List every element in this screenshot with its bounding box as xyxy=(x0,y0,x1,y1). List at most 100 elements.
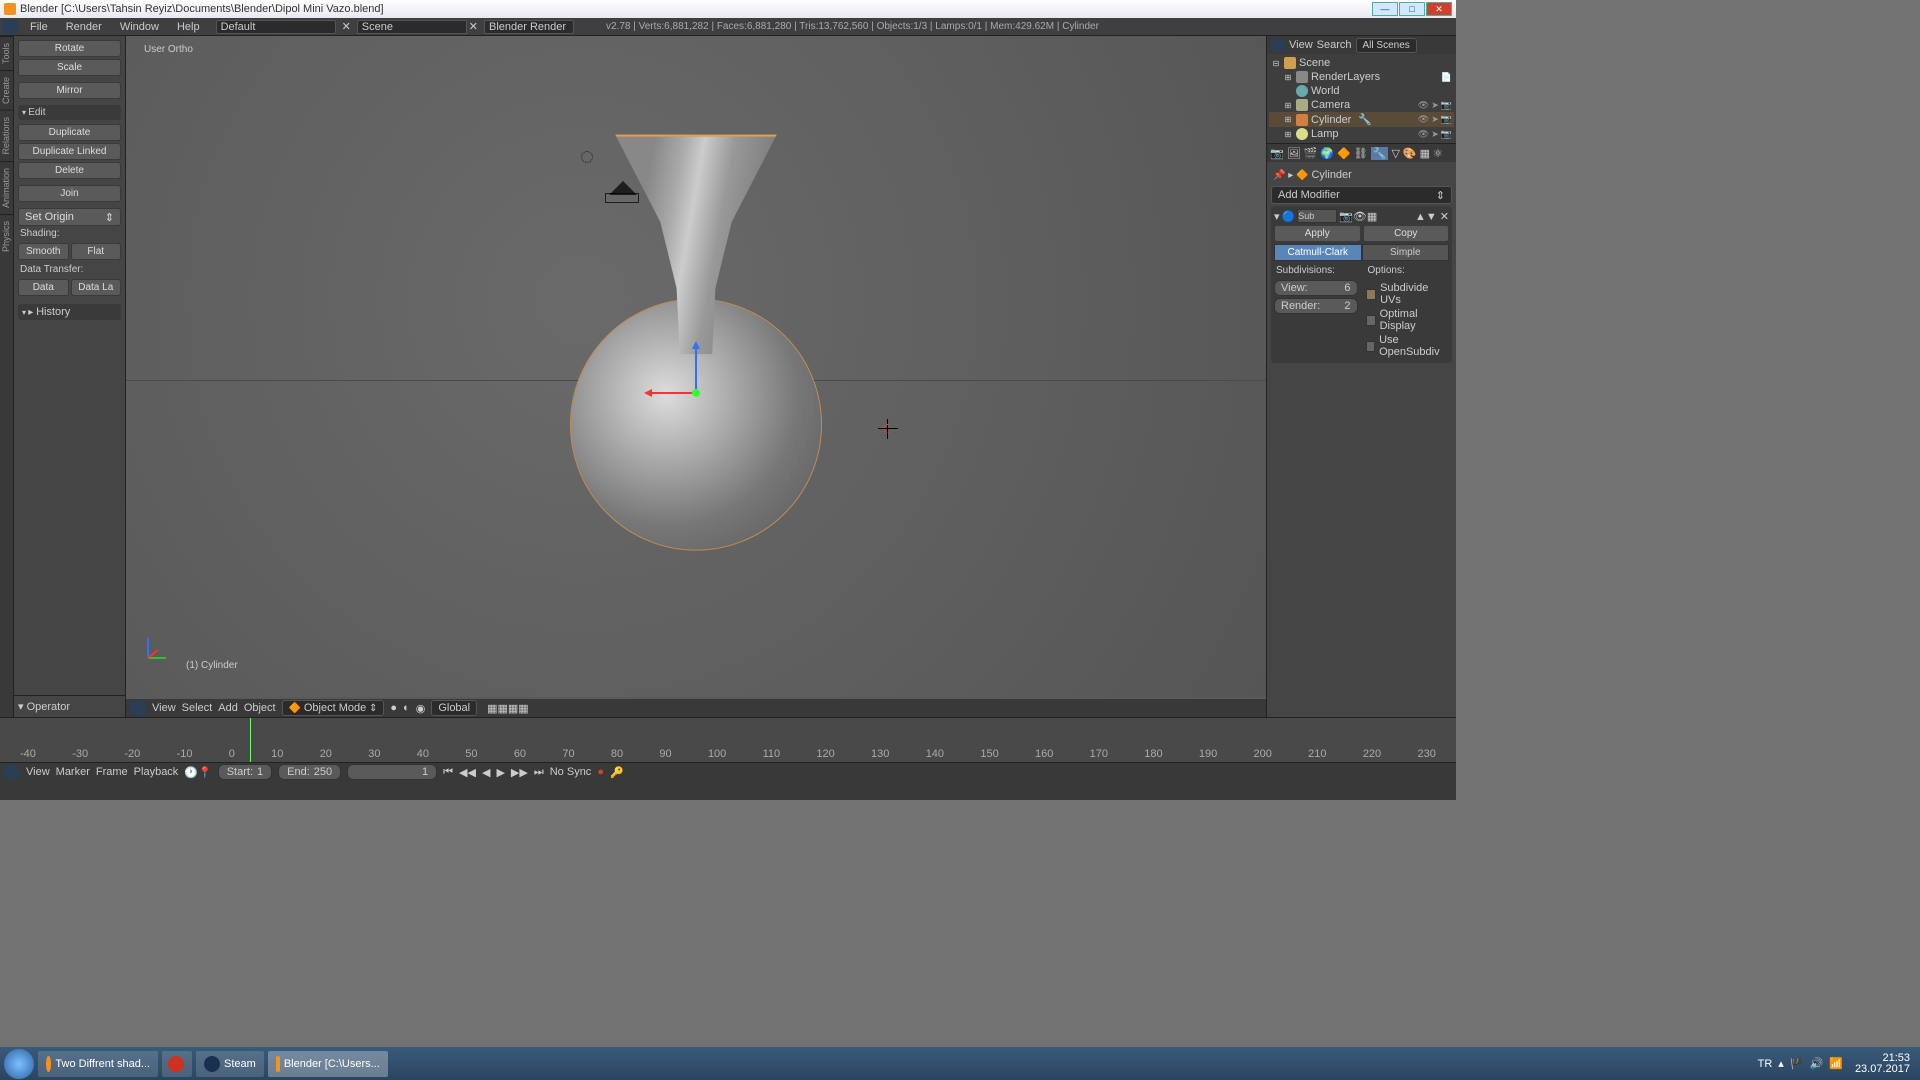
sync-mode-dropdown[interactable]: No Sync xyxy=(550,766,592,778)
mirror-button[interactable]: Mirror xyxy=(18,82,121,99)
subdiv-catmull-toggle[interactable]: Catmull-Clark xyxy=(1274,244,1362,261)
outliner-filter[interactable]: All Scenes xyxy=(1356,38,1417,53)
vp-menu-add[interactable]: Add xyxy=(218,702,238,714)
duplicate-linked-button[interactable]: Duplicate Linked xyxy=(18,143,121,160)
task-steam[interactable]: Steam xyxy=(196,1051,264,1077)
tab-tools[interactable]: Tools xyxy=(0,36,13,70)
layout-selector[interactable]: Default xyxy=(216,20,336,34)
outliner-editor-icon[interactable] xyxy=(1271,39,1285,51)
edit-panel-header[interactable]: Edit xyxy=(18,105,121,120)
subdivide-uvs-checkbox[interactable] xyxy=(1366,289,1377,300)
duplicate-button[interactable]: Duplicate xyxy=(18,124,121,141)
tl-menu-view[interactable]: View xyxy=(26,766,50,778)
tab-physics[interactable]: Physics xyxy=(0,214,13,258)
windows-taskbar: Two Diffrent shad... Steam Blender [C:\U… xyxy=(0,1047,1920,1080)
task-blender[interactable]: Blender [C:\Users... xyxy=(268,1051,388,1077)
editor-type-icon[interactable] xyxy=(130,701,146,715)
close-button[interactable]: ✕ xyxy=(1426,2,1452,16)
selected-object-label: (1) Cylinder xyxy=(186,660,238,671)
jump-end-button[interactable]: ⏭ xyxy=(534,766,544,779)
task-firefox[interactable]: Two Diffrent shad... xyxy=(38,1051,158,1077)
tab-animation[interactable]: Animation xyxy=(0,161,13,214)
shading-flat-button[interactable]: Flat xyxy=(71,243,122,260)
menu-help[interactable]: Help xyxy=(169,20,208,34)
delete-button[interactable]: Delete xyxy=(18,162,121,179)
tray-up-icon[interactable]: ▴ xyxy=(1778,1057,1784,1070)
mode-selector[interactable]: 🔶 Object Mode ⇕ xyxy=(282,700,385,716)
scene-selector[interactable]: Scene xyxy=(357,20,467,34)
outliner-renderlayers[interactable]: ⊞RenderLayers📄 xyxy=(1269,70,1454,84)
data-transfer-header: Data Transfer: xyxy=(18,262,121,279)
modifier-name-field[interactable] xyxy=(1297,209,1337,223)
optimal-display-checkbox[interactable] xyxy=(1366,315,1376,326)
shading-smooth-button[interactable]: Smooth xyxy=(18,243,69,260)
tab-create[interactable]: Create xyxy=(0,70,13,110)
render-engine-selector[interactable]: Blender Render xyxy=(484,20,574,34)
start-button[interactable] xyxy=(4,1049,34,1079)
outliner-camera[interactable]: ⊞Camera👁➤📷 xyxy=(1269,98,1454,112)
history-panel-header[interactable]: ▸ History xyxy=(18,304,121,320)
set-origin-dropdown[interactable]: Set Origin ⇕ xyxy=(18,208,121,226)
tray-volume-icon[interactable]: 🔊 xyxy=(1810,1057,1824,1070)
start-frame-field[interactable]: Start:1 xyxy=(218,764,272,780)
outliner-view[interactable]: View xyxy=(1289,39,1313,51)
gizmo-z-axis[interactable] xyxy=(695,343,697,393)
menu-file[interactable]: File xyxy=(22,20,56,34)
gizmo-x-axis[interactable] xyxy=(646,392,696,394)
tl-menu-frame[interactable]: Frame xyxy=(96,766,128,778)
auto-keyframe-button[interactable]: ● xyxy=(597,766,604,778)
3d-cursor[interactable] xyxy=(878,419,898,439)
menu-render[interactable]: Render xyxy=(58,20,110,34)
opensubdiv-checkbox[interactable] xyxy=(1366,341,1376,352)
task-opera[interactable] xyxy=(162,1051,192,1077)
outliner-search[interactable]: Search xyxy=(1317,39,1352,51)
operator-panel: ▾ Operator xyxy=(14,695,125,717)
scale-button[interactable]: Scale xyxy=(18,59,121,76)
timeline-ruler[interactable]: -40-30-20-100102030405060708090100110120… xyxy=(0,718,1456,763)
vp-menu-view[interactable]: View xyxy=(152,702,176,714)
language-indicator[interactable]: TR xyxy=(1758,1058,1773,1070)
blender-icon xyxy=(4,3,16,15)
end-frame-field[interactable]: End:250 xyxy=(278,764,341,780)
minimize-button[interactable]: — xyxy=(1372,2,1398,16)
properties-panel: 📌 ▸ 🔶 Cylinder Add Modifier⇕ ▾🔵 📷👁▦ ▲▼ ✕… xyxy=(1267,162,1456,717)
tray-network-icon[interactable]: 📶 xyxy=(1829,1057,1843,1070)
data-button[interactable]: Data xyxy=(18,279,69,296)
vp-menu-select[interactable]: Select xyxy=(182,702,213,714)
subdiv-render-field[interactable]: Render:2 xyxy=(1274,298,1358,314)
rotate-button[interactable]: Rotate xyxy=(18,40,121,57)
data-layout-button[interactable]: Data La xyxy=(71,279,122,296)
editor-type-icon[interactable] xyxy=(2,20,18,34)
play-reverse-button[interactable]: ◀ xyxy=(482,766,490,779)
add-modifier-dropdown[interactable]: Add Modifier⇕ xyxy=(1271,186,1452,204)
modifier-copy-button[interactable]: Copy xyxy=(1363,225,1450,242)
toolshelf-tabs: Tools Create Relations Animation Physics xyxy=(0,36,14,717)
subdiv-view-field[interactable]: View:6 xyxy=(1274,280,1358,296)
maximize-button[interactable]: □ xyxy=(1399,2,1425,16)
menu-window[interactable]: Window xyxy=(112,20,167,34)
tl-menu-playback[interactable]: Playback xyxy=(134,766,179,778)
outliner-cylinder[interactable]: ⊞Cylinder🔧👁➤📷 xyxy=(1269,112,1454,127)
jump-start-button[interactable]: ⏮ xyxy=(443,766,453,779)
outliner-world[interactable]: World xyxy=(1269,84,1454,98)
orientation-selector[interactable]: Global xyxy=(431,700,477,716)
tl-menu-marker[interactable]: Marker xyxy=(56,766,90,778)
join-button[interactable]: Join xyxy=(18,185,121,202)
outliner-lamp[interactable]: ⊞Lamp👁➤📷 xyxy=(1269,127,1454,141)
current-frame-field[interactable]: 1 xyxy=(347,764,437,780)
outliner-scene[interactable]: ⊟Scene xyxy=(1269,56,1454,70)
3d-viewport[interactable]: User Ortho (1) Cylinder View Select xyxy=(126,36,1266,717)
play-button[interactable]: ▶ xyxy=(496,766,504,779)
tab-relations[interactable]: Relations xyxy=(0,110,13,161)
modifier-apply-button[interactable]: Apply xyxy=(1274,225,1361,242)
system-clock[interactable]: 21:53 23.07.2017 xyxy=(1849,1053,1916,1075)
shading-header: Shading: xyxy=(18,226,121,243)
tray-flag-icon[interactable]: 🏴 xyxy=(1790,1057,1804,1070)
prev-keyframe-button[interactable]: ◀◀ xyxy=(459,766,476,779)
gizmo-origin[interactable] xyxy=(692,389,700,397)
next-keyframe-button[interactable]: ▶▶ xyxy=(511,766,528,779)
vp-menu-object[interactable]: Object xyxy=(244,702,276,714)
subdiv-simple-toggle[interactable]: Simple xyxy=(1362,244,1450,261)
keying-set-icon[interactable]: 🔑 xyxy=(610,766,624,779)
timeline-editor-icon[interactable] xyxy=(4,765,20,779)
